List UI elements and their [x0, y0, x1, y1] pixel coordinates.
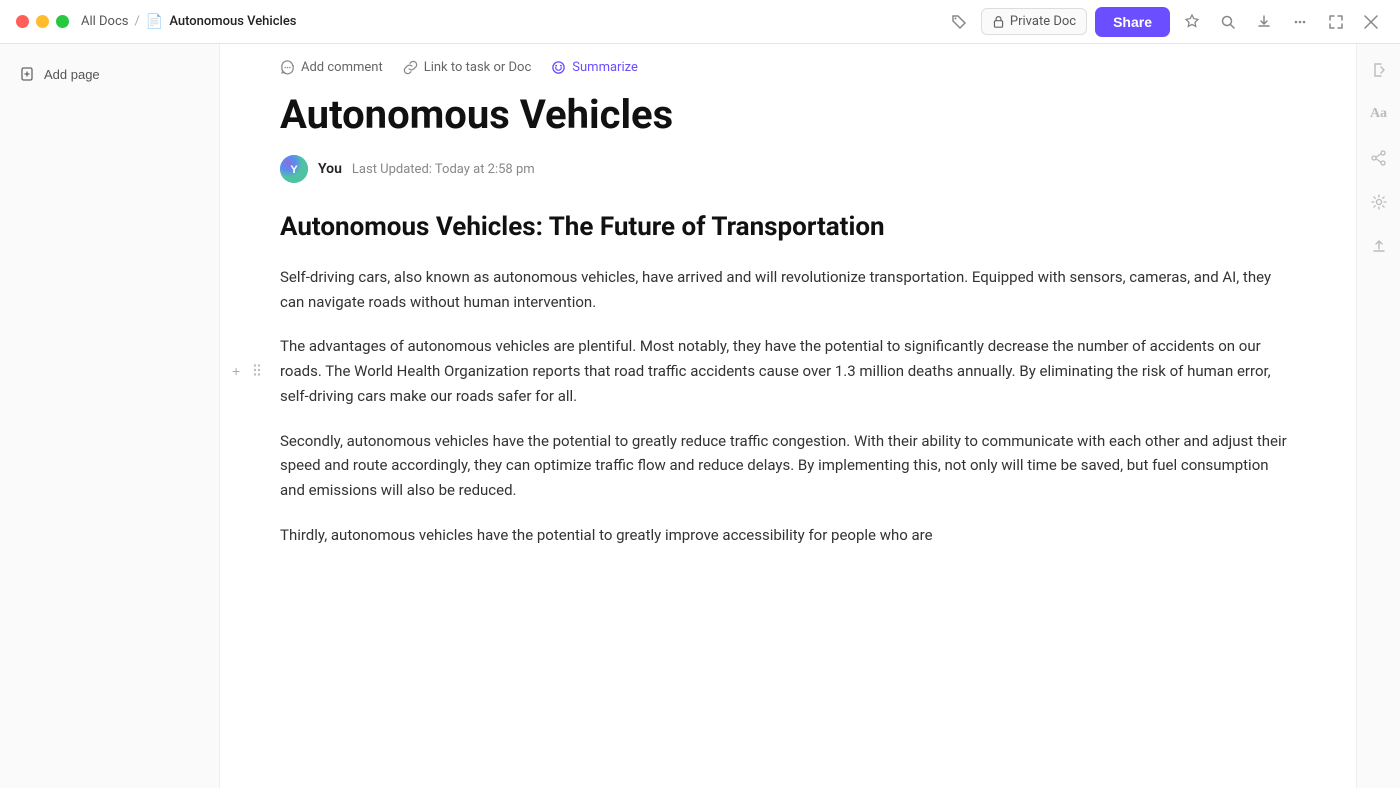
- doc-title[interactable]: Autonomous Vehicles: [280, 91, 1296, 139]
- paragraph-2[interactable]: The advantages of autonomous vehicles ar…: [280, 334, 1296, 408]
- private-doc-label: Private Doc: [1010, 14, 1076, 29]
- breadcrumb-all-docs[interactable]: All Docs: [81, 14, 129, 29]
- avatar: Y: [280, 155, 308, 183]
- title-bar-left: All Docs / 📄 Autonomous Vehicles: [16, 14, 296, 30]
- add-page-button[interactable]: Add page: [12, 60, 108, 88]
- doc-heading[interactable]: Autonomous Vehicles: The Future of Trans…: [280, 211, 1296, 245]
- close-button[interactable]: [16, 15, 29, 28]
- collapse-panel-icon[interactable]: [1365, 56, 1393, 84]
- right-sidebar: Aa: [1356, 44, 1400, 788]
- minimize-button[interactable]: [36, 15, 49, 28]
- block-paragraph-1: Self-driving cars, also known as autonom…: [280, 265, 1296, 315]
- doc-icon: 📄: [146, 14, 163, 30]
- paragraph-3[interactable]: Secondly, autonomous vehicles have the p…: [280, 429, 1296, 503]
- star-icon-button[interactable]: [1178, 8, 1206, 36]
- author-name: You: [318, 161, 342, 177]
- share-button[interactable]: Share: [1095, 7, 1170, 37]
- add-page-label: Add page: [44, 67, 100, 82]
- share-sidebar-icon[interactable]: [1365, 144, 1393, 172]
- upload-sidebar-icon[interactable]: [1365, 232, 1393, 260]
- search-icon-button[interactable]: [1214, 8, 1242, 36]
- left-sidebar: Add page: [0, 44, 220, 788]
- private-doc-badge[interactable]: Private Doc: [981, 8, 1087, 35]
- svg-text:Y: Y: [290, 164, 298, 176]
- author-row: Y You Last Updated: Today at 2:58 pm: [280, 155, 1296, 183]
- toolbar-row: Add comment Link to task or Doc Summariz…: [280, 44, 1296, 83]
- add-block-button[interactable]: +: [228, 362, 244, 380]
- tag-icon-button[interactable]: [945, 8, 973, 36]
- expand-icon-button[interactable]: [1322, 8, 1350, 36]
- last-updated: Last Updated: Today at 2:58 pm: [352, 162, 535, 177]
- breadcrumb-current: Autonomous Vehicles: [169, 14, 296, 29]
- link-to-task-label: Link to task or Doc: [424, 60, 532, 75]
- settings-sidebar-icon[interactable]: [1365, 188, 1393, 216]
- font-size-icon[interactable]: Aa: [1364, 100, 1393, 128]
- export-icon-button[interactable]: [1250, 8, 1278, 36]
- add-comment-action[interactable]: Add comment: [280, 60, 383, 75]
- close-icon-button[interactable]: [1358, 9, 1384, 35]
- add-comment-label: Add comment: [301, 60, 383, 75]
- content-area: Add comment Link to task or Doc Summariz…: [220, 44, 1356, 788]
- breadcrumb: All Docs / 📄 Autonomous Vehicles: [81, 14, 296, 30]
- link-to-task-action[interactable]: Link to task or Doc: [403, 60, 532, 75]
- block-paragraph-4: Thirdly, autonomous vehicles have the po…: [280, 523, 1296, 548]
- title-bar-right: Private Doc Share: [945, 7, 1384, 37]
- drag-block-button[interactable]: [248, 361, 266, 381]
- block-controls: +: [228, 361, 266, 381]
- block-paragraph-2: + The advantages of autonomous vehicles …: [280, 334, 1296, 408]
- block-paragraph-3: Secondly, autonomous vehicles have the p…: [280, 429, 1296, 503]
- paragraph-1[interactable]: Self-driving cars, also known as autonom…: [280, 265, 1296, 315]
- breadcrumb-separator: /: [135, 14, 140, 29]
- more-icon-button[interactable]: [1286, 8, 1314, 36]
- maximize-button[interactable]: [56, 15, 69, 28]
- title-bar: All Docs / 📄 Autonomous Vehicles Private…: [0, 0, 1400, 44]
- traffic-lights: [16, 15, 69, 28]
- paragraph-4[interactable]: Thirdly, autonomous vehicles have the po…: [280, 523, 1296, 548]
- summarize-action[interactable]: Summarize: [551, 60, 638, 75]
- main-layout: Add page Add comment Lin: [0, 44, 1400, 788]
- summarize-label: Summarize: [572, 60, 638, 75]
